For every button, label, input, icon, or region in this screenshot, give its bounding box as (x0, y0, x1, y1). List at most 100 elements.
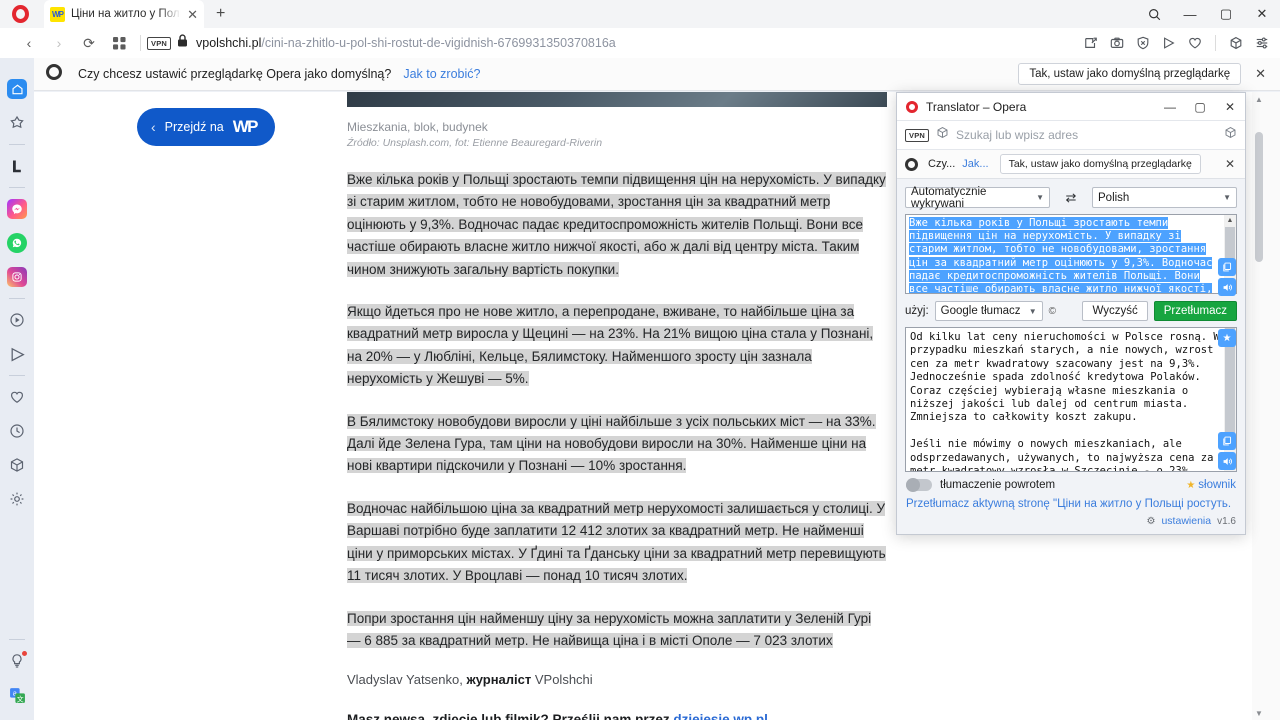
notification-actions: Tak, ustaw jako domyślną przeglądarkę ✕ (1018, 63, 1270, 85)
engine-select[interactable]: Google tłumacz ▼ (935, 301, 1043, 321)
translator-language-selectors: Automatycznie wykrywani ▼ ⇄ Polish ▼ (897, 179, 1245, 214)
sidebar-item-extensions[interactable] (0, 448, 34, 482)
paragraph-text: Водночас найбільшою ціна за квадратний м… (347, 501, 886, 583)
translator-notification-close-icon[interactable]: ✕ (1225, 157, 1235, 171)
url-text[interactable]: vpolshchi.pl/cini-na-zhitlo-u-pol-shi-ro… (196, 36, 616, 50)
forward-icon[interactable]: › (44, 29, 74, 57)
page-scrollbar[interactable]: ▲ ▼ (1252, 92, 1266, 720)
sidebar-item-bookmarks[interactable] (0, 380, 34, 414)
sidebar-item-instagram[interactable] (0, 260, 34, 294)
article-paragraph-4: Водночас найбільшою ціна за квадратний м… (347, 498, 887, 588)
image-source: Źródło: Unsplash.com, fot: Etienne Beaur… (347, 137, 887, 149)
maximize-button[interactable]: ▢ (1208, 0, 1244, 28)
translator-output-area: Od kilku lat ceny nieruchomości w Polsce… (905, 327, 1237, 472)
translator-settings-row: ⚙ ustawienia v1.6 (897, 512, 1245, 532)
lock-icon[interactable] (177, 34, 188, 52)
translator-set-default-button[interactable]: Tak, ustaw jako domyślną przeglądarkę (1000, 154, 1201, 174)
dictionary-link[interactable]: ★słownik (1186, 479, 1236, 491)
notification-close-icon[interactable]: ✕ (1251, 66, 1270, 82)
scroll-up-icon[interactable]: ▲ (1224, 215, 1236, 226)
adblock-icon[interactable] (1131, 31, 1155, 55)
address-bar-actions (1079, 28, 1274, 58)
translator-cube-right-icon[interactable] (1224, 126, 1237, 144)
sidebar-item-tips[interactable] (0, 644, 34, 678)
tips-badge (21, 650, 28, 657)
copyright-icon: © (1049, 306, 1056, 317)
camera-icon[interactable] (1105, 31, 1129, 55)
cube-icon[interactable] (1224, 31, 1248, 55)
translator-minimize-button[interactable]: — (1155, 93, 1185, 121)
back-icon[interactable]: ‹ (14, 29, 44, 57)
sidebar-item-player[interactable] (0, 303, 34, 337)
translator-close-button[interactable]: ✕ (1215, 93, 1245, 121)
settings-link[interactable]: ustawienia (1161, 515, 1211, 527)
tiles-icon[interactable] (104, 29, 134, 57)
source-textarea[interactable]: Вже кілька років у Польщі зростають темп… (905, 214, 1237, 294)
swap-languages-button[interactable]: ⇄ (1058, 187, 1084, 208)
new-tab-button[interactable]: + (216, 5, 225, 23)
source-speak-button[interactable] (1218, 278, 1236, 296)
star-icon: ★ (1186, 480, 1195, 491)
target-language-value: Polish (1098, 192, 1129, 204)
browser-tab[interactable]: WP Ціни на житло у Польщі р ✕ (44, 0, 204, 28)
heart-icon[interactable] (1183, 31, 1207, 55)
translate-active-page-link[interactable]: Przetłumacz aktywną stronę "Ціни на житл… (906, 498, 1231, 510)
url-path: /cini-na-zhitlo-u-pol-shi-rostut-de-vigi… (261, 36, 615, 50)
translator-how-to-link[interactable]: Jak... (962, 158, 988, 170)
translator-maximize-button[interactable]: ▢ (1185, 93, 1215, 121)
tab-strip: WP Ціни на житло у Польщі р ✕ + — ▢ ✕ (0, 0, 1280, 28)
sidebar-item-settings[interactable] (0, 482, 34, 516)
sidebar-item-pinboards[interactable] (0, 149, 34, 183)
sidebar-item-home[interactable] (0, 72, 34, 106)
pinboards-icon (9, 158, 25, 175)
chevron-down-icon: ▼ (1223, 193, 1231, 202)
output-textarea[interactable]: Od kilku lat ceny nieruchomości w Polsce… (905, 327, 1237, 472)
go-to-wp-button[interactable]: ‹ Przejdź na WP (137, 108, 275, 146)
snapshot-icon[interactable] (1079, 31, 1103, 55)
sidebar-item-history[interactable] (0, 414, 34, 448)
paragraph-text: Вже кілька років у Польщі зростають темп… (347, 172, 886, 277)
sidebar-item-whatsapp[interactable] (0, 226, 34, 260)
page-scrollbar-thumb[interactable] (1255, 132, 1263, 262)
translator-controls: użyj: Google tłumacz ▼ © Wyczyść Przetłu… (897, 294, 1245, 327)
minimize-button[interactable]: — (1172, 0, 1208, 28)
go-to-wp-label: Przejdź na (165, 120, 224, 134)
music-player-icon (9, 312, 25, 328)
clear-button[interactable]: Wyczyść (1082, 301, 1147, 321)
close-button[interactable]: ✕ (1244, 0, 1280, 28)
translator-footer-row: tłumaczenie powrotem ★słownik (897, 472, 1245, 493)
how-to-link[interactable]: Jak to zrobić? (403, 67, 480, 81)
source-text: Вже кілька років у Польщі зростають темп… (909, 217, 1212, 294)
output-speak-button[interactable] (1218, 452, 1236, 470)
translator-address-input[interactable]: Szukaj lub wpisz adres (956, 128, 1217, 142)
source-copy-button[interactable] (1218, 258, 1236, 276)
window-controls: — ▢ ✕ (1136, 0, 1280, 28)
article-paragraph-1: Вже кілька років у Польщі зростають темп… (347, 169, 887, 281)
translate-button[interactable]: Przetłumacz (1154, 301, 1237, 321)
messenger-icon (7, 199, 27, 219)
sidebar-item-translator-extension[interactable]: a文 (0, 678, 34, 712)
easy-setup-icon[interactable] (1250, 31, 1274, 55)
send-icon[interactable] (1157, 31, 1181, 55)
output-favorite-button[interactable]: ★ (1218, 329, 1236, 347)
sidebar-item-favorites[interactable] (0, 106, 34, 140)
scroll-down-icon[interactable]: ▼ (1252, 706, 1266, 720)
settings-gear-icon (9, 491, 25, 507)
translator-cube-icon[interactable] (936, 126, 949, 144)
set-default-browser-button[interactable]: Tak, ustaw jako domyślną przeglądarkę (1018, 63, 1241, 85)
output-copy-button[interactable] (1218, 432, 1236, 450)
reverse-translation-toggle[interactable] (906, 479, 932, 491)
scroll-up-icon[interactable]: ▲ (1252, 92, 1266, 106)
news-submission-link[interactable]: dziejesie.wp.pl (673, 712, 768, 720)
opera-logo-icon[interactable] (6, 0, 34, 28)
source-language-select[interactable]: Automatycznie wykrywani ▼ (905, 187, 1050, 208)
default-browser-notification-bar: Czy chcesz ustawić przeglądarkę Opera ja… (0, 58, 1280, 91)
search-icon[interactable] (1136, 0, 1172, 28)
translator-vpn-badge[interactable]: VPN (905, 129, 929, 142)
vpn-badge[interactable]: VPN (147, 37, 171, 50)
tab-close-icon[interactable]: ✕ (187, 8, 198, 21)
sidebar-item-messenger[interactable] (0, 192, 34, 226)
sidebar-item-telegram[interactable] (0, 337, 34, 371)
target-language-select[interactable]: Polish ▼ (1092, 187, 1237, 208)
reload-icon[interactable]: ⟳ (74, 29, 104, 57)
